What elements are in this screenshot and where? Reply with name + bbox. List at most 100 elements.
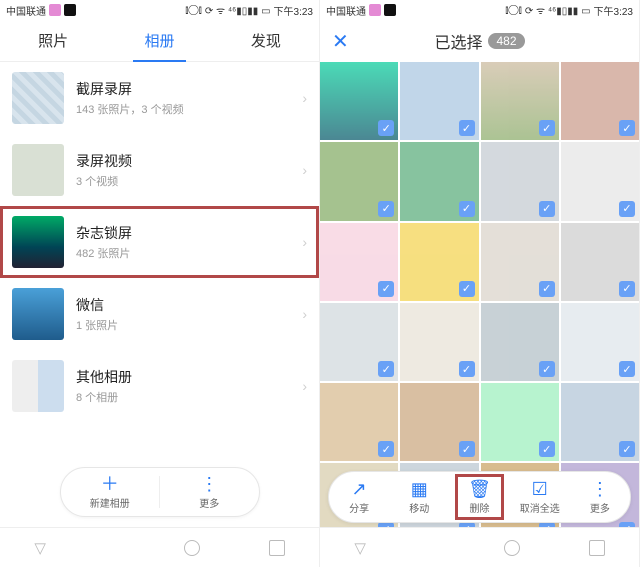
photo-cell[interactable]: ✓: [481, 303, 559, 381]
more-button[interactable]: ⋮ 更多: [570, 472, 630, 522]
photo-cell[interactable]: ✓: [400, 142, 478, 220]
selected-check-icon: ✓: [378, 201, 394, 217]
close-selection-button[interactable]: ✕: [332, 29, 354, 54]
app-badge-icon: [49, 4, 61, 16]
album-item[interactable]: 录屏视频3 个视频›: [0, 134, 319, 206]
nav-recents-icon[interactable]: [269, 540, 285, 556]
tab-photos[interactable]: 照片: [0, 20, 106, 61]
clock-label: 下午3:23: [594, 3, 633, 18]
album-thumbnail: [12, 288, 64, 340]
selected-check-icon: ✓: [459, 441, 475, 457]
album-subtitle: 8 个相册: [76, 389, 290, 405]
album-info: 截屏录屏143 张照片，3 个视频: [76, 79, 290, 117]
nav-home-icon[interactable]: [504, 540, 520, 556]
move-icon: ▦: [411, 480, 428, 498]
vibrate-icon: ⫾◯⫾: [185, 5, 202, 16]
photo-cell[interactable]: ✓: [320, 383, 398, 461]
selected-check-icon: ✓: [459, 201, 475, 217]
bottom-action-pill: ＋ 新建相册 ⋮ 更多: [60, 467, 260, 517]
tab-discover[interactable]: 发现: [213, 20, 319, 61]
selected-check-icon: ✓: [459, 281, 475, 297]
album-thumbnail: [12, 72, 64, 124]
album-name: 微信: [76, 295, 290, 315]
album-item[interactable]: 杂志锁屏482 张照片›: [0, 206, 319, 278]
photo-cell[interactable]: ✓: [320, 62, 398, 140]
selected-check-icon: ✓: [378, 120, 394, 136]
photo-cell[interactable]: ✓: [400, 223, 478, 301]
trash-icon: 🗑: [468, 480, 491, 498]
photo-cell[interactable]: ✓: [481, 383, 559, 461]
selected-check-icon: ✓: [378, 281, 394, 297]
photo-cell[interactable]: ✓: [481, 62, 559, 140]
photo-cell[interactable]: ✓: [481, 223, 559, 301]
selected-check-icon: ✓: [619, 281, 635, 297]
carrier-label: 中国联通: [326, 3, 366, 18]
photo-cell[interactable]: ✓: [561, 142, 639, 220]
deselect-all-button[interactable]: ☑ 取消全选: [510, 472, 570, 522]
nav-expand-icon[interactable]: ▽: [34, 539, 46, 557]
selected-check-icon: ✓: [459, 120, 475, 136]
carrier-label: 中国联通: [6, 3, 46, 18]
album-info: 微信1 张照片: [76, 295, 290, 333]
more-button[interactable]: ⋮ 更多: [160, 468, 259, 516]
selected-check-icon: ✓: [459, 361, 475, 377]
more-dots-icon: ⋮: [200, 475, 218, 493]
new-album-label: 新建相册: [90, 495, 130, 510]
share-button[interactable]: ↗ 分享: [329, 472, 389, 522]
photo-cell[interactable]: ✓: [320, 223, 398, 301]
selection-title: 已选择 482: [362, 29, 597, 53]
plus-icon: ＋: [101, 475, 119, 493]
more-label: 更多: [199, 495, 219, 510]
photo-cell[interactable]: ✓: [400, 303, 478, 381]
more-dots-icon: ⋮: [591, 480, 609, 498]
album-info: 其他相册8 个相册: [76, 367, 290, 405]
top-tab-bar: 照片 相册 发现: [0, 20, 319, 62]
nav-expand-icon[interactable]: ▽: [354, 539, 366, 557]
album-item[interactable]: 截屏录屏143 张照片，3 个视频 ›: [0, 62, 319, 134]
chevron-right-icon: ›: [302, 90, 307, 106]
nav-home-icon[interactable]: [184, 540, 200, 556]
delete-button[interactable]: 🗑 删除: [449, 472, 509, 522]
tab-albums[interactable]: 相册: [106, 20, 212, 61]
app-badge-icon: [369, 4, 381, 16]
album-subtitle: 482 张照片: [76, 245, 290, 261]
clock-label: 下午3:23: [274, 3, 313, 18]
share-icon: ↗: [352, 480, 367, 498]
photo-cell[interactable]: ✓: [561, 62, 639, 140]
deselect-all-label: 取消全选: [520, 500, 560, 515]
move-button[interactable]: ▦ 移动: [389, 472, 449, 522]
deselect-icon: ☑: [532, 480, 548, 498]
new-album-button[interactable]: ＋ 新建相册: [61, 468, 160, 516]
phone-left-albums-screen: 中国联通 ⫾◯⫾ ⟳ ᯤ ⁴⁶▮▯▮▮ ▭ 下午3:23 照片 相册 发现 截屏…: [0, 0, 320, 567]
album-info: 杂志锁屏 482 张照片: [76, 223, 290, 261]
nav-recents-icon[interactable]: [589, 540, 605, 556]
photo-cell[interactable]: ✓: [481, 142, 559, 220]
photo-cell[interactable]: ✓: [400, 383, 478, 461]
photo-cell[interactable]: ✓: [561, 383, 639, 461]
album-name: 杂志锁屏: [76, 223, 290, 243]
photo-grid: ✓✓✓✓✓✓✓✓✓✓✓✓✓✓✓✓✓✓✓✓✓✓✓✓: [320, 62, 639, 527]
selected-label: 已选择: [434, 29, 482, 53]
selected-check-icon: ✓: [539, 441, 555, 457]
photo-cell[interactable]: ✓: [320, 142, 398, 220]
selected-check-icon: ✓: [619, 120, 635, 136]
album-name: 截屏录屏: [76, 79, 290, 99]
vibrate-icon: ⫾◯⫾: [505, 5, 522, 16]
selected-check-icon: ✓: [539, 281, 555, 297]
album-subtitle: 3 个视频: [76, 173, 290, 189]
selected-check-icon: ✓: [539, 201, 555, 217]
status-bar: 中国联通 ⫾◯⫾ ⟳ ᯤ ⁴⁶▮▯▮▮ ▭ 下午3:23: [0, 0, 319, 20]
album-item[interactable]: 微信1 张照片›: [0, 278, 319, 350]
selection-count-badge: 482: [488, 33, 524, 49]
album-item[interactable]: 其他相册8 个相册 ›: [0, 350, 319, 422]
album-name: 录屏视频: [76, 151, 290, 171]
album-list: 截屏录屏143 张照片，3 个视频 › 录屏视频 3 个视频 › 杂志锁屏 482 张照片 ›…: [0, 62, 319, 527]
photo-cell[interactable]: ✓: [561, 223, 639, 301]
photo-cell[interactable]: ✓: [561, 303, 639, 381]
system-nav-bar: ▽: [320, 527, 639, 567]
photo-cell[interactable]: ✓: [400, 62, 478, 140]
photo-cell[interactable]: ✓: [320, 303, 398, 381]
app-badge-icon: [384, 4, 396, 16]
chevron-right-icon: ›: [302, 378, 307, 394]
selected-check-icon: ✓: [619, 522, 635, 528]
